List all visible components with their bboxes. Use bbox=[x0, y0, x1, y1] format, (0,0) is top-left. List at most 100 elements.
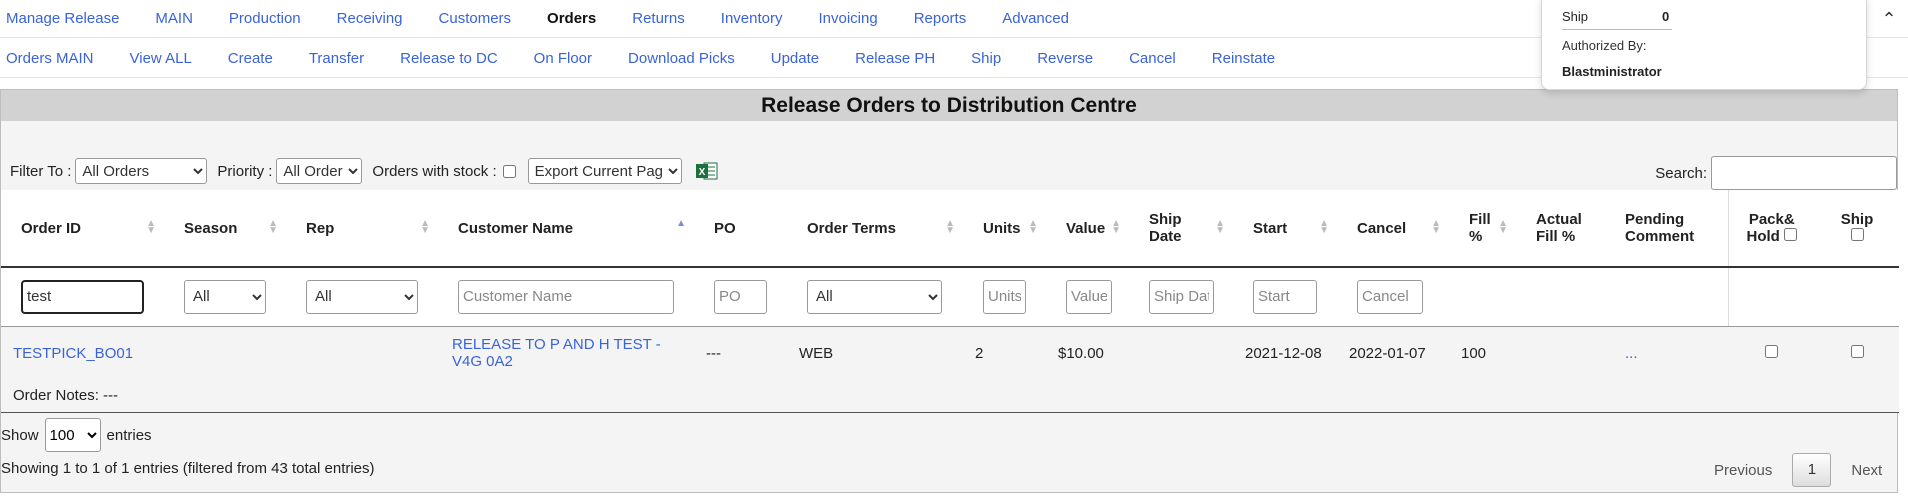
sub-nav-transfer[interactable]: Transfer bbox=[303, 50, 370, 67]
sub-nav-create[interactable]: Create bbox=[222, 50, 279, 67]
sort-icon: ▲ ▼ bbox=[268, 218, 278, 236]
cell-po: --- bbox=[694, 326, 787, 380]
col-fill[interactable]: Fill% ▲ ▼ bbox=[1449, 190, 1516, 268]
col-cancel[interactable]: Cancel ▲ ▼ bbox=[1337, 190, 1449, 268]
popover-ship-label: Ship bbox=[1562, 8, 1589, 24]
col-value[interactable]: Value ▲ ▼ bbox=[1046, 190, 1129, 268]
sub-nav-release-to-dc[interactable]: Release to DC bbox=[394, 50, 504, 67]
column-filter-row: All All All bbox=[1, 267, 1899, 327]
svg-text:X: X bbox=[698, 167, 705, 178]
top-nav-receiving[interactable]: Receiving bbox=[331, 10, 409, 27]
col-po[interactable]: PO bbox=[694, 190, 787, 268]
col-actual-fill-label-1: Actual bbox=[1536, 211, 1582, 228]
page-length-select[interactable]: 100 bbox=[44, 418, 101, 452]
priority-label: Priority : bbox=[217, 162, 273, 180]
col-rep-label: Rep bbox=[306, 219, 335, 237]
filter-cell bbox=[1129, 267, 1233, 327]
cell-ship-date bbox=[1129, 326, 1233, 380]
season-filter-select[interactable]: All bbox=[184, 279, 266, 314]
col-pending-label-1: Pending bbox=[1625, 211, 1685, 228]
filter-cell: All bbox=[787, 267, 963, 327]
search-input[interactable] bbox=[1711, 156, 1897, 190]
sub-nav-release-ph[interactable]: Release PH bbox=[849, 50, 941, 67]
popover-authorized-label: Authorized By: bbox=[1562, 38, 1647, 53]
sub-nav-on-floor[interactable]: On Floor bbox=[528, 50, 598, 67]
pack-hold-checkbox[interactable] bbox=[1765, 344, 1778, 358]
value-filter-input[interactable] bbox=[1066, 279, 1112, 314]
export-select[interactable]: Export Current Page bbox=[527, 158, 682, 184]
filter-cell bbox=[1516, 267, 1605, 327]
page-1-button[interactable]: 1 bbox=[1792, 453, 1832, 487]
sort-icon: ▲ ▼ bbox=[1028, 218, 1038, 236]
pending-comment-link[interactable]: ... bbox=[1625, 345, 1638, 362]
priority-select[interactable]: All Orders bbox=[276, 158, 363, 184]
col-units[interactable]: Units ▲ ▼ bbox=[963, 190, 1046, 268]
excel-icon[interactable]: X bbox=[695, 161, 718, 181]
customer-name-link[interactable]: RELEASE TO P AND H TEST - V4G 0A2 bbox=[452, 336, 661, 370]
top-nav-returns[interactable]: Returns bbox=[626, 10, 691, 27]
sub-nav-orders-main[interactable]: Orders MAIN bbox=[0, 50, 100, 67]
filter-cell bbox=[963, 267, 1046, 327]
ship-all-checkbox[interactable] bbox=[1850, 228, 1864, 241]
top-nav-reports[interactable]: Reports bbox=[908, 10, 973, 27]
col-rep[interactable]: Rep ▲ ▼ bbox=[286, 190, 438, 268]
orders-with-stock-checkbox[interactable] bbox=[502, 164, 516, 178]
col-order-terms[interactable]: Order Terms ▲ ▼ bbox=[787, 190, 963, 268]
customer-name-filter-input[interactable] bbox=[458, 279, 674, 314]
search-wrap: Search: bbox=[1655, 156, 1897, 190]
order-notes: Order Notes: --- bbox=[1, 380, 1899, 413]
ship-checkbox[interactable] bbox=[1850, 344, 1864, 358]
col-start[interactable]: Start ▲ ▼ bbox=[1233, 190, 1337, 268]
units-filter-input[interactable] bbox=[983, 279, 1026, 314]
col-start-label: Start bbox=[1253, 219, 1288, 237]
start-filter-input[interactable] bbox=[1253, 279, 1317, 314]
chevron-up-icon[interactable]: ⌃ bbox=[1878, 8, 1900, 30]
sort-icon: ▲ ▼ bbox=[1498, 218, 1508, 236]
top-nav-production[interactable]: Production bbox=[223, 10, 307, 27]
pack-hold-all-checkbox[interactable] bbox=[1784, 228, 1797, 241]
top-nav-advanced[interactable]: Advanced bbox=[996, 10, 1075, 27]
filter-to-select[interactable]: All Orders bbox=[75, 158, 208, 184]
cell-rep bbox=[286, 326, 438, 380]
col-ship-date-label-2: Date bbox=[1149, 228, 1182, 245]
col-customer-name-label: Customer Name bbox=[458, 219, 574, 237]
col-pack-hold[interactable]: Pack& Hold bbox=[1727, 190, 1815, 268]
table-header-row: Order ID ▲ ▼ Season ▲ ▼ Rep ▲ ▼ Customer Name ▲… bbox=[1, 190, 1899, 268]
next-button[interactable]: Next bbox=[1851, 462, 1882, 479]
top-nav-invoicing[interactable]: Invoicing bbox=[812, 10, 883, 27]
col-value-label: Value bbox=[1066, 219, 1106, 237]
previous-button[interactable]: Previous bbox=[1714, 462, 1772, 479]
po-filter-input[interactable] bbox=[714, 279, 767, 314]
col-actual-fill[interactable]: Actual Fill % bbox=[1516, 190, 1605, 268]
col-ship[interactable]: Ship bbox=[1815, 190, 1899, 268]
order-notes-row: Order Notes: --- bbox=[1, 380, 1899, 413]
popover-authorized-value: Blastministrator bbox=[1562, 64, 1662, 79]
col-ship-date[interactable]: Ship Date ▲ ▼ bbox=[1129, 190, 1233, 268]
rep-filter-select[interactable]: All bbox=[306, 279, 418, 314]
sub-nav-ship[interactable]: Ship bbox=[965, 50, 1007, 67]
col-pending-comment[interactable]: Pending Comment bbox=[1605, 190, 1728, 268]
sub-nav-reverse[interactable]: Reverse bbox=[1031, 50, 1099, 67]
top-nav-main[interactable]: MAIN bbox=[149, 10, 199, 27]
cancel-filter-input[interactable] bbox=[1357, 279, 1423, 314]
col-order-id[interactable]: Order ID ▲ ▼ bbox=[1, 190, 164, 268]
top-nav-customers[interactable]: Customers bbox=[433, 10, 518, 27]
sub-nav-view-all[interactable]: View ALL bbox=[124, 50, 198, 67]
sub-nav-update[interactable]: Update bbox=[765, 50, 825, 67]
col-pack-hold-label-1: Pack& bbox=[1748, 211, 1795, 228]
top-nav-inventory[interactable]: Inventory bbox=[715, 10, 789, 27]
cell-season bbox=[164, 326, 286, 380]
col-season[interactable]: Season ▲ ▼ bbox=[164, 190, 286, 268]
order-terms-filter-select[interactable]: All bbox=[807, 279, 942, 314]
order-id-link[interactable]: TESTPICK_BO01 bbox=[13, 345, 133, 362]
ship-date-filter-input[interactable] bbox=[1149, 279, 1214, 314]
sort-icon: ▲ ▼ bbox=[1431, 218, 1441, 236]
sub-nav-cancel[interactable]: Cancel bbox=[1123, 50, 1182, 67]
sub-nav-reinstate[interactable]: Reinstate bbox=[1206, 50, 1281, 67]
order-id-filter-input[interactable] bbox=[21, 279, 144, 314]
cell-order-terms: WEB bbox=[787, 326, 963, 380]
top-nav-orders[interactable]: Orders bbox=[541, 10, 602, 27]
sub-nav-download-picks[interactable]: Download Picks bbox=[622, 50, 741, 67]
col-customer-name[interactable]: Customer Name ▲ bbox=[438, 190, 694, 268]
top-nav-manage-release[interactable]: Manage Release bbox=[0, 10, 125, 27]
